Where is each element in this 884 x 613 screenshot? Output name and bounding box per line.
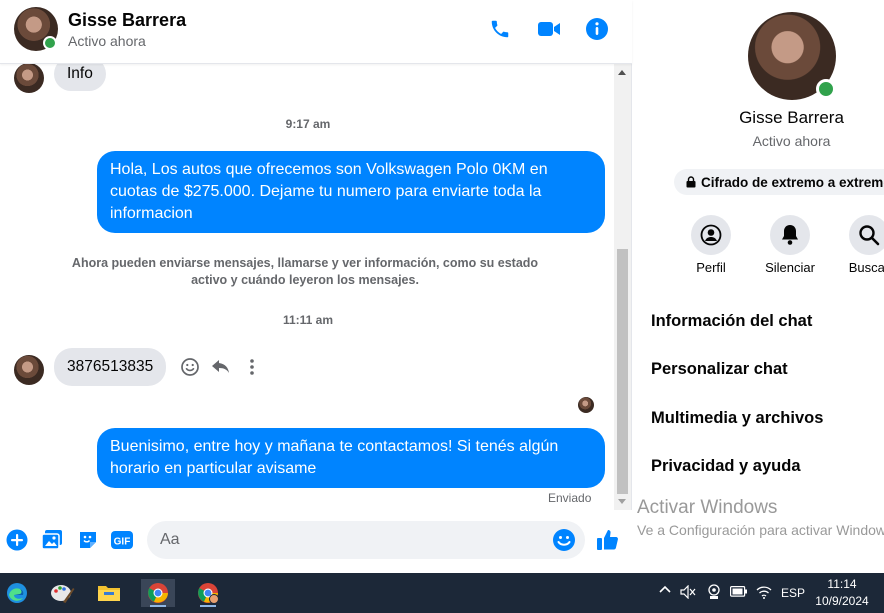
language-indicator[interactable]: ESP <box>781 586 805 600</box>
conversation-info-panel: Gisse Barrera Activo ahora Cifrado de ex… <box>633 0 884 573</box>
incoming-message[interactable]: Info <box>54 64 106 91</box>
gif-icon[interactable]: GIF <box>109 528 135 552</box>
message-avatar[interactable] <box>14 355 44 385</box>
activate-windows-subtitle: Ve a Configuración para activar Windows. <box>637 522 884 538</box>
composer-bar: GIF <box>0 510 632 573</box>
read-receipt-avatar <box>578 397 594 413</box>
system-clock[interactable]: 11:14 10/9/2024 <box>812 576 872 610</box>
encryption-badge[interactable]: Cifrado de extremo a extremo <box>674 169 884 195</box>
sent-status: Enviado <box>548 491 592 505</box>
contact-status: Activo ahora <box>68 33 146 49</box>
contact-name[interactable]: Gisse Barrera <box>68 10 186 31</box>
chrome-icon[interactable] <box>141 579 175 607</box>
message-input[interactable] <box>147 521 585 559</box>
profile-status: Activo ahora <box>752 133 831 149</box>
message-list[interactable]: Info 9:17 am Hola, Los autos que ofrecem… <box>0 64 616 510</box>
paint-icon[interactable] <box>45 579 79 607</box>
windows-taskbar: ESP 11:14 10/9/2024 <box>0 573 884 613</box>
running-indicator <box>200 605 216 607</box>
profile-name: Gisse Barrera <box>739 108 844 127</box>
battery-icon[interactable] <box>730 586 748 600</box>
messenger-window: Gisse Barrera Activo ahora Info 9:17 am … <box>0 0 884 573</box>
privacy-help-row[interactable]: Privacidad y ayuda <box>651 457 801 476</box>
info-icon[interactable] <box>584 16 610 42</box>
clock-date: 10/9/2024 <box>815 594 869 608</box>
react-icon[interactable] <box>179 356 201 378</box>
encryption-label: Cifrado de extremo a extremo <box>701 174 884 190</box>
reply-icon[interactable] <box>210 356 232 378</box>
clock-time: 11:14 <box>827 577 857 591</box>
bell-icon[interactable] <box>770 215 810 255</box>
chrome-profile-icon[interactable] <box>191 579 225 607</box>
timestamp-separator: 9:17 am <box>285 117 331 131</box>
search-icon[interactable] <box>849 215 884 255</box>
chat-info-row[interactable]: Información del chat <box>651 312 812 331</box>
chat-pane: Gisse Barrera Activo ahora Info 9:17 am … <box>0 0 632 573</box>
file-explorer-icon[interactable] <box>92 579 126 607</box>
system-notice: Ahora pueden enviarse mensajes, llamarse… <box>71 256 539 287</box>
sticker-icon[interactable] <box>76 528 100 552</box>
video-call-icon[interactable] <box>536 16 562 42</box>
media-files-row[interactable]: Multimedia y archivos <box>651 409 823 428</box>
volume-muted-icon[interactable] <box>680 584 696 602</box>
chat-header: Gisse Barrera Activo ahora <box>0 0 632 64</box>
profile-label[interactable]: Perfil <box>671 260 751 275</box>
camera-privacy-icon[interactable] <box>707 584 721 603</box>
profile-icon[interactable] <box>691 215 731 255</box>
online-indicator <box>816 79 836 99</box>
scroll-up-arrow[interactable] <box>618 70 626 75</box>
outgoing-message[interactable]: Hola, Los autos que ofrecemos son Volksw… <box>97 151 605 233</box>
scroll-thumb[interactable] <box>617 249 628 494</box>
lock-icon <box>686 176 696 188</box>
plus-icon[interactable] <box>5 528 29 552</box>
more-options-icon[interactable] <box>241 356 263 378</box>
thumbs-up-icon[interactable] <box>595 526 621 554</box>
photo-icon[interactable] <box>40 528 64 552</box>
search-label[interactable]: Buscar <box>829 260 884 275</box>
scroll-down-arrow[interactable] <box>618 499 626 504</box>
chevron-up-icon[interactable] <box>659 583 671 598</box>
edge-icon[interactable] <box>0 579 34 607</box>
incoming-message[interactable]: 3876513835 <box>54 348 167 386</box>
active-indicator <box>150 605 166 607</box>
wifi-icon[interactable] <box>756 585 772 602</box>
svg-text:GIF: GIF <box>114 537 131 548</box>
mute-label[interactable]: Silenciar <box>750 260 830 275</box>
online-indicator <box>43 36 57 50</box>
chat-scrollbar[interactable] <box>614 64 631 510</box>
timestamp-separator: 11:11 am <box>282 313 334 327</box>
phone-icon[interactable] <box>487 16 513 42</box>
outgoing-message[interactable]: Buenisimo, entre hoy y mañana te contact… <box>97 428 605 488</box>
activate-windows-title: Activar Windows <box>637 497 778 518</box>
emoji-icon[interactable] <box>552 528 576 552</box>
customize-chat-row[interactable]: Personalizar chat <box>651 360 788 379</box>
message-avatar[interactable] <box>14 64 44 93</box>
